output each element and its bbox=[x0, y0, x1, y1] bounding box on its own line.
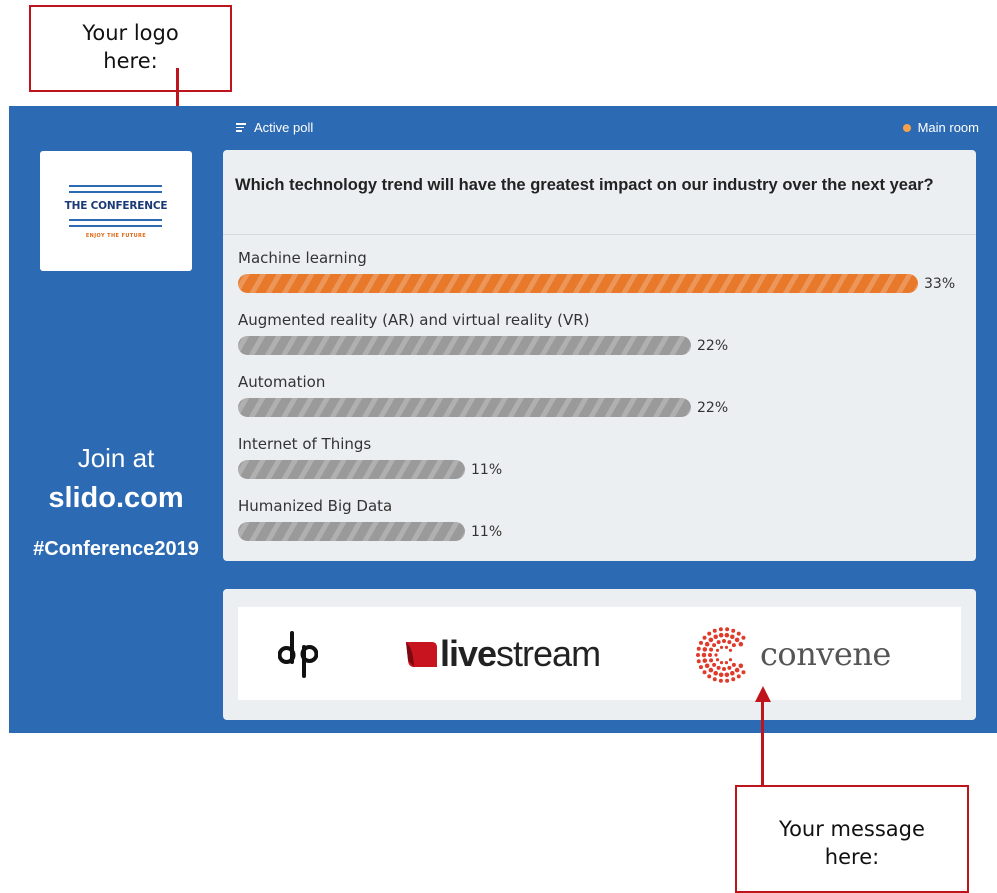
active-poll-label: Active poll bbox=[254, 120, 314, 135]
room-status-dot-icon bbox=[902, 123, 911, 132]
join-label: Join at bbox=[77, 443, 155, 473]
livestream-bold-text: live bbox=[440, 633, 497, 674]
poll-option-bar-row: 33% bbox=[238, 273, 976, 293]
poll-option-bar bbox=[238, 522, 465, 541]
poll-divider bbox=[223, 234, 976, 235]
poll-option-percent: 11% bbox=[471, 462, 503, 478]
poll-question: Which technology trend will have the gre… bbox=[235, 176, 934, 194]
message-callout-line1: Your message bbox=[779, 817, 925, 841]
event-hashtag: #Conference2019 bbox=[33, 538, 199, 560]
poll-option: Humanized Big Data 11% bbox=[238, 495, 976, 541]
conference-logo-subtitle: ENJOY THE FUTURE bbox=[85, 233, 147, 239]
poll-option-bar-row: 11% bbox=[238, 459, 976, 479]
livestream-regular-text: stream bbox=[496, 633, 601, 674]
poll-option-bar-row: 22% bbox=[238, 335, 976, 355]
sponsor-logos: livestream convene bbox=[238, 607, 961, 700]
poll-option: Automation 22% bbox=[238, 371, 976, 417]
poll-option: Machine learning 33% bbox=[238, 247, 976, 293]
convene-dots-icon bbox=[696, 627, 746, 683]
room-indicator: Main room bbox=[902, 120, 979, 135]
poll-option-label: Augmented reality (AR) and virtual reali… bbox=[238, 311, 590, 329]
poll-option-bar bbox=[238, 398, 691, 417]
poll-option-bar-row: 22% bbox=[238, 397, 976, 417]
poll-option-bar bbox=[238, 336, 691, 355]
conference-logo: THE CONFERENCE ENJOY THE FUTURE bbox=[40, 151, 192, 271]
message-callout-arrowhead bbox=[755, 686, 771, 702]
poll-option-percent: 33% bbox=[924, 276, 956, 292]
join-url: slido.com bbox=[48, 482, 184, 514]
conference-logo-title: THE CONFERENCE bbox=[64, 200, 168, 212]
message-callout-line2: here: bbox=[824, 845, 880, 869]
logo-callout-line2: here: bbox=[103, 49, 158, 73]
livestream-flag-icon bbox=[406, 642, 437, 667]
poll-option-label: Humanized Big Data bbox=[238, 497, 393, 515]
poll-option: Augmented reality (AR) and virtual reali… bbox=[238, 309, 976, 355]
convene-wordmark: convene bbox=[760, 635, 891, 673]
room-label: Main room bbox=[917, 120, 979, 135]
poll-option-bar bbox=[238, 460, 465, 479]
poll-option-label: Machine learning bbox=[238, 249, 367, 267]
menu-lines-icon bbox=[236, 121, 246, 133]
poll-option-label: Automation bbox=[238, 373, 326, 391]
message-callout: Your message here: bbox=[735, 785, 969, 893]
poll-option-percent: 22% bbox=[697, 400, 729, 416]
dd-sponsor-logo-icon bbox=[278, 631, 318, 678]
poll-option-bar bbox=[238, 274, 918, 293]
poll-option: Internet of Things 11% bbox=[238, 433, 976, 479]
poll-option-label: Internet of Things bbox=[238, 435, 372, 453]
slido-slide: THE CONFERENCE ENJOY THE FUTURE Join at … bbox=[9, 106, 997, 733]
logo-callout: Your logo here: bbox=[29, 5, 232, 92]
poll-results-panel: Which technology trend will have the gre… bbox=[223, 150, 976, 561]
poll-option-bar-row: 11% bbox=[238, 521, 976, 541]
poll-option-percent: 22% bbox=[697, 338, 729, 354]
active-poll-indicator: Active poll bbox=[236, 120, 313, 135]
sponsor-panel: livestream convene bbox=[223, 589, 976, 720]
poll-option-percent: 11% bbox=[471, 524, 503, 540]
logo-callout-line1: Your logo bbox=[82, 21, 179, 45]
